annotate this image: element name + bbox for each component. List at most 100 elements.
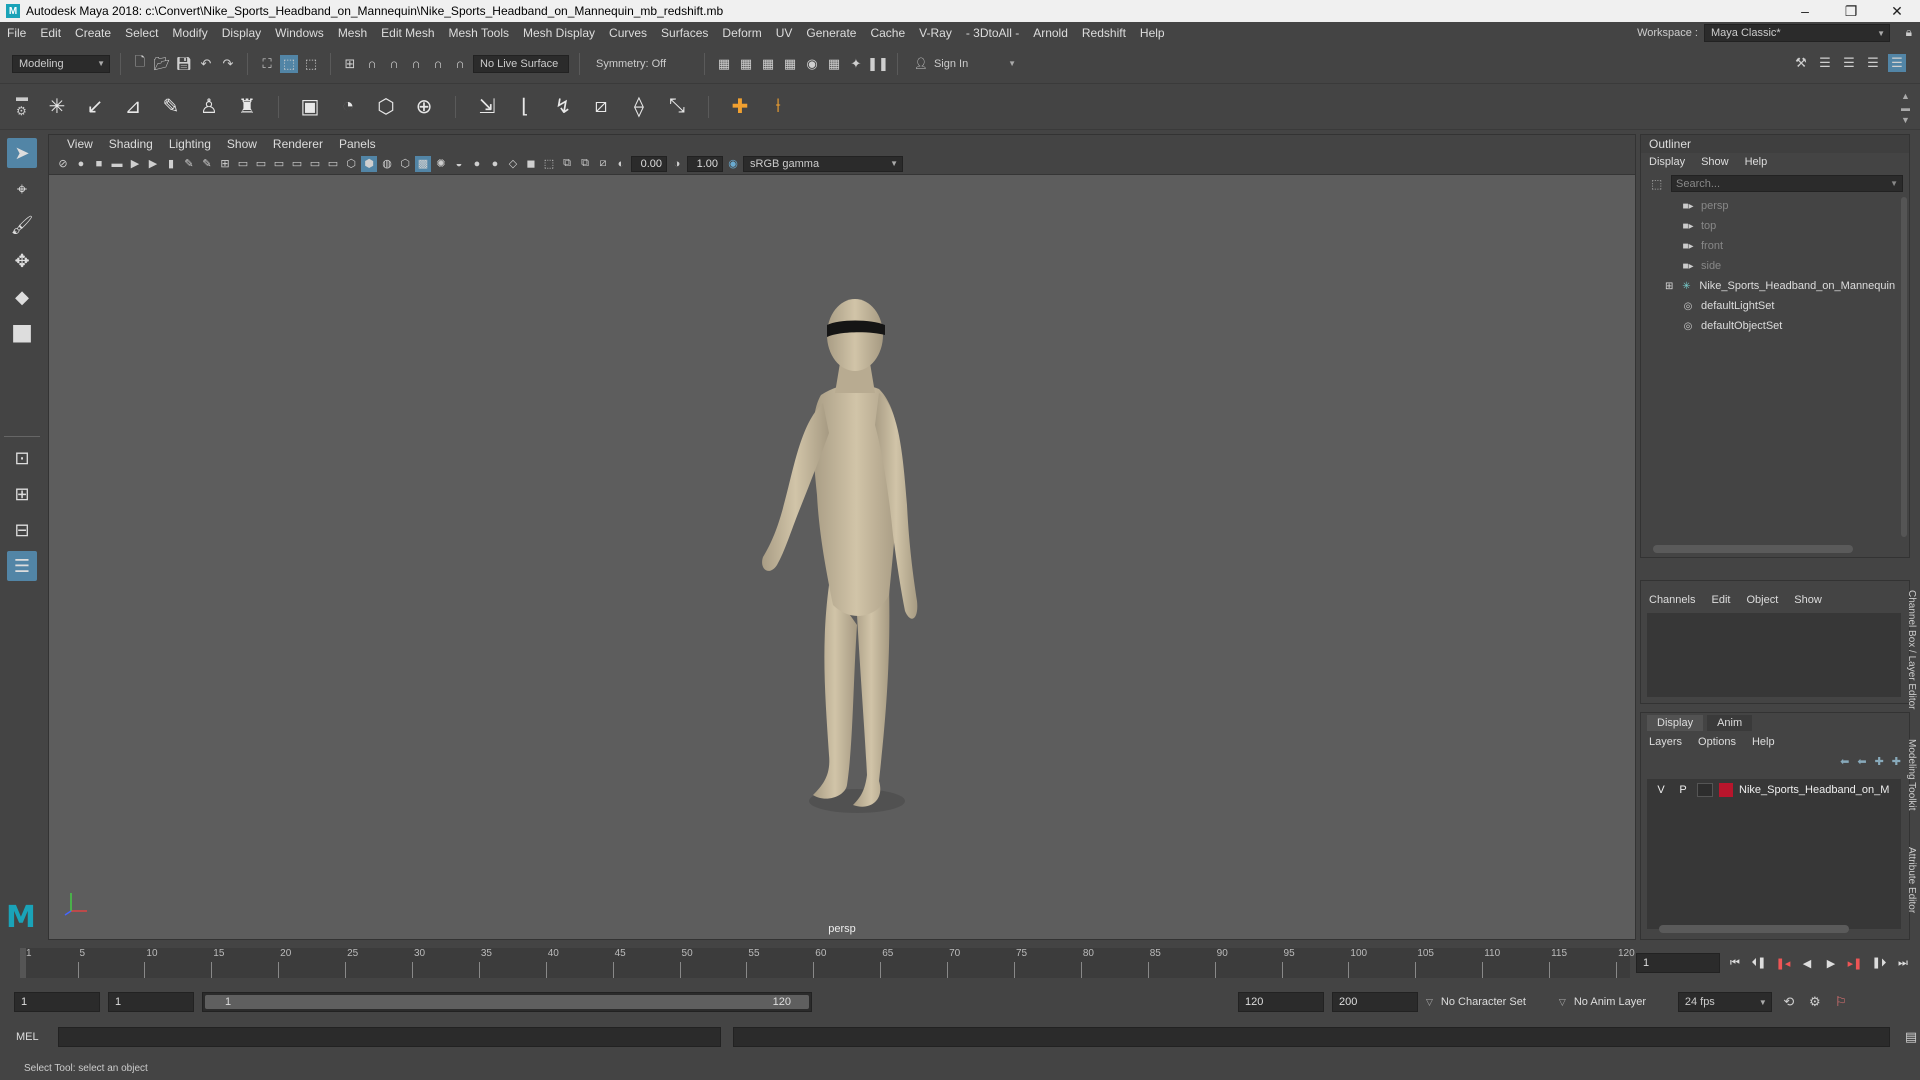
image-plane-icon[interactable]: ▬ [109, 156, 125, 172]
render-frame-icon[interactable]: ▦ [737, 55, 755, 73]
menu-surfaces[interactable]: Surfaces [654, 26, 715, 40]
bridge-icon[interactable]: ↯ [550, 94, 576, 120]
render-settings-icon[interactable]: ▦ [781, 55, 799, 73]
polygon-sphere-icon[interactable]: ◔ [335, 94, 361, 120]
range-slider[interactable]: 1 120 [202, 992, 812, 1012]
hypershade-icon[interactable]: ◉ [803, 55, 821, 73]
polygon-cube-icon[interactable]: ▣ [297, 94, 323, 120]
menu-cache[interactable]: Cache [863, 26, 912, 40]
camera-attributes-icon[interactable]: ● [73, 156, 89, 172]
bookmark-flag-icon[interactable]: ▮ [163, 156, 179, 172]
workspace-dropdown[interactable]: Maya Classic* ▼ [1704, 24, 1890, 42]
multi-cut-icon[interactable]: ⧄ [588, 94, 614, 120]
humanik-icon[interactable]: ♙ [196, 94, 222, 120]
menu-display[interactable]: Display [215, 26, 268, 40]
snap-view-icon[interactable]: ∩ [407, 55, 425, 73]
polygon-cylinder-icon[interactable]: ⬡ [373, 94, 399, 120]
playback-end-field[interactable]: 120 [1238, 992, 1324, 1012]
sign-in-dropdown[interactable]: 👤︎ Sign In ▼ [908, 54, 1020, 73]
menu-set-dropdown[interactable]: Modeling ▼ [12, 54, 110, 73]
menu-mesh[interactable]: Mesh [331, 26, 374, 40]
channel-box-content[interactable] [1647, 613, 1901, 697]
layer-hscrollbar[interactable] [1659, 925, 1849, 933]
close-button[interactable]: ✕ [1874, 0, 1920, 22]
wireframe-icon[interactable]: ⬡ [343, 156, 359, 172]
ipr-render-icon[interactable]: ▦ [759, 55, 777, 73]
paint-select-tool-icon[interactable]: 🖌︎ [7, 210, 37, 240]
safe-title-icon[interactable]: ▭ [325, 156, 341, 172]
scale-tool-icon[interactable]: ⬛︎ [7, 318, 37, 348]
extrude-icon[interactable]: ⇲ [474, 94, 500, 120]
current-frame-field[interactable]: 1 [1636, 953, 1720, 973]
symmetry-dropdown[interactable]: Symmetry: Off [590, 54, 694, 73]
outliner-item[interactable]: ■▸ top [1641, 216, 1909, 236]
use-all-lights-icon[interactable]: ✺ [433, 156, 449, 172]
depth-of-field-icon[interactable]: ◼ [523, 156, 539, 172]
light-editor-icon[interactable]: ✦ [847, 55, 865, 73]
motion-blur-icon[interactable]: ● [487, 156, 503, 172]
screen-space-ao-icon[interactable]: ● [469, 156, 485, 172]
xray-icon[interactable]: ⧉ [559, 156, 575, 172]
menu-windows[interactable]: Windows [268, 26, 331, 40]
xray-components-icon[interactable]: ⧄ [595, 156, 611, 172]
outliner-layout-icon[interactable]: ☰ [7, 551, 37, 581]
go-to-end-icon[interactable]: ⏭ [1894, 954, 1912, 972]
tool-settings-icon[interactable]: ☰ [1840, 54, 1858, 72]
menu-mesh-tools[interactable]: Mesh Tools [442, 26, 516, 40]
menu-curves[interactable]: Curves [602, 26, 654, 40]
character-set-label[interactable]: No Character Set [1441, 996, 1551, 1008]
undo-icon[interactable]: ↶ [197, 55, 215, 73]
isolate-select-icon[interactable]: ⬚ [541, 156, 557, 172]
move-layer-down-icon[interactable]: ⬅ [1857, 755, 1866, 768]
mannequin-model[interactable] [729, 285, 989, 825]
select-component-icon[interactable]: ⬚ [302, 55, 320, 73]
channel-menu-show[interactable]: Show [1794, 594, 1822, 606]
textured-icon[interactable]: ▩ [415, 155, 431, 172]
gate-mask-icon[interactable]: ▭ [271, 156, 287, 172]
layer-row[interactable]: V P Nike_Sports_Headband_on_M [1647, 779, 1901, 801]
ep-curve-icon[interactable]: ⊿ [120, 94, 146, 120]
snap-curve-icon[interactable]: ∩ [363, 55, 381, 73]
tab-attribute-editor[interactable]: Attribute Editor [1906, 830, 1917, 930]
step-back-icon[interactable]: ⏴❚ [1750, 954, 1768, 972]
open-scene-icon[interactable]: 📂︎ [153, 55, 171, 73]
select-object-icon[interactable]: ⬚ [280, 54, 298, 73]
attribute-editor-icon[interactable]: ☰ [1816, 54, 1834, 72]
anti-aliasing-icon[interactable]: ◇ [505, 156, 521, 172]
field-chart-icon[interactable]: ▭ [289, 156, 305, 172]
outliner-hscrollbar[interactable] [1653, 545, 1853, 553]
outliner-item[interactable]: ◎ defaultLightSet [1641, 296, 1909, 316]
menu-create[interactable]: Create [68, 26, 118, 40]
bevel-icon[interactable]: ⌊ [512, 94, 538, 120]
grease-pencil-icon[interactable]: ✎ [181, 156, 197, 172]
outliner-item[interactable]: ■▸ side [1641, 256, 1909, 276]
layer-menu-layers[interactable]: Layers [1649, 736, 1682, 748]
play-backwards-icon[interactable]: ◀ [1798, 954, 1816, 972]
menu-redshift[interactable]: Redshift [1075, 26, 1133, 40]
channel-menu-channels[interactable]: Channels [1649, 594, 1695, 606]
modeling-toolkit-icon[interactable]: ⚒ [1792, 54, 1810, 72]
expand-icon[interactable]: ⊞ [1665, 281, 1673, 292]
snap-grid-icon[interactable]: ⊞ [341, 55, 359, 73]
menu-select[interactable]: Select [118, 26, 165, 40]
channel-menu-object[interactable]: Object [1746, 594, 1778, 606]
pause-icon[interactable]: ❚❚ [867, 55, 889, 73]
time-slider[interactable]: 1 5 10 15 20 25 30 35 40 45 50 55 60 65 70 75 80 85 90 95 10… [0, 944, 1920, 982]
two-pane-layout-icon[interactable]: ⊟ [7, 515, 37, 545]
gamma-field[interactable]: 1.00 [687, 155, 723, 172]
viewport-menu-renderer[interactable]: Renderer [265, 137, 331, 151]
anim-layer-dropdown-icon[interactable]: ▽ [1559, 997, 1566, 1008]
preferences-icon[interactable]: ⚙ [1806, 993, 1824, 1011]
select-hierarchy-icon[interactable]: ⛶ [258, 55, 276, 73]
maximize-button[interactable]: ❐ [1828, 0, 1874, 22]
select-camera-icon[interactable]: ⊘ [55, 156, 71, 172]
default-material-icon[interactable]: ◍ [379, 156, 395, 172]
outliner-item[interactable]: ■▸ persp [1641, 196, 1909, 216]
move-layer-up-icon[interactable]: ⬅ [1840, 755, 1849, 768]
layer-color-swatch[interactable] [1719, 783, 1733, 797]
target-weld-icon[interactable]: ⤡ [664, 94, 690, 120]
outliner-item[interactable]: ⊞ ✳ Nike_Sports_Headband_on_Mannequin [1641, 276, 1909, 296]
loop-icon[interactable]: ⟲ [1780, 993, 1798, 1011]
filter-icon[interactable]: ⬚ [1651, 177, 1662, 191]
range-slider-handle[interactable] [205, 995, 809, 1009]
